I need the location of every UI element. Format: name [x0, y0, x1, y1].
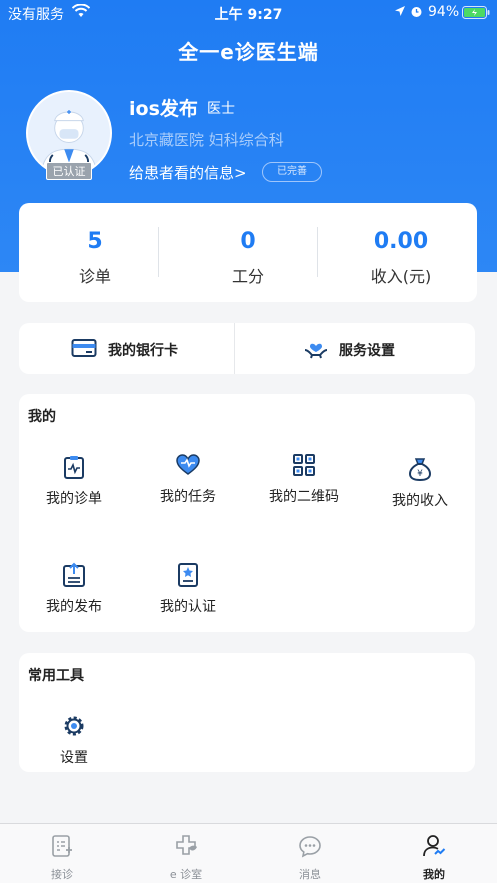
tab-messages[interactable]: 消息	[248, 824, 372, 883]
stat-orders[interactable]: 5 诊单	[19, 203, 171, 302]
stat-work-points[interactable]: 0 工分	[172, 203, 324, 302]
my-publish-item[interactable]: 我的发布	[19, 562, 129, 622]
verified-badge: 已认证	[46, 162, 92, 180]
stat-value: 5	[87, 229, 103, 254]
stat-label: 工分	[231, 267, 264, 286]
my-income-item[interactable]: ¥ 我的收入	[365, 456, 475, 516]
battery-percent: 94%	[428, 4, 460, 20]
my-certification-item[interactable]: 我的认证	[133, 562, 243, 622]
grid-item-label: 我的认证	[160, 599, 216, 615]
tab-bar: 接诊 e 诊室 消息 我的	[0, 823, 497, 883]
tools-section: 常用工具 设置	[19, 653, 475, 772]
app-title: 全一e诊医生端	[178, 40, 319, 64]
service-settings-label: 服务设置	[339, 343, 395, 359]
tab-label: 我的	[423, 868, 445, 881]
tab-label: 接诊	[51, 868, 73, 881]
quick-actions-card: 我的银行卡 服务设置	[19, 323, 475, 374]
stat-value: 0	[240, 229, 256, 254]
bank-card-button[interactable]: 我的银行卡	[19, 323, 234, 374]
grid-item-label: 我的诊单	[46, 491, 102, 507]
grid-item-label: 我的任务	[160, 489, 216, 505]
stat-label: 诊单	[78, 267, 111, 286]
doctor-hospital: 北京藏医院 妇科综合科	[129, 131, 284, 149]
clinic-icon	[176, 835, 197, 855]
svg-text:¥: ¥	[417, 469, 423, 479]
bank-card-label: 我的银行卡	[108, 343, 178, 359]
settings-item[interactable]: 设置	[19, 713, 129, 773]
patient-info-link[interactable]: 给患者看的信息>	[129, 162, 247, 183]
heart-task-icon	[176, 454, 200, 475]
publish-icon	[63, 562, 85, 587]
alarm-icon	[411, 7, 422, 17]
tab-clinic[interactable]: e 诊室	[124, 824, 248, 883]
bank-card-icon	[71, 339, 97, 357]
stat-label: 收入(元)	[370, 267, 432, 286]
location-icon	[395, 6, 405, 16]
divider	[158, 227, 159, 277]
consult-icon	[52, 835, 72, 857]
my-tasks-item[interactable]: 我的任务	[133, 452, 243, 512]
grid-item-label: 设置	[60, 750, 88, 766]
my-qrcode-item[interactable]: 我的二维码	[249, 452, 359, 512]
section-title: 常用工具	[28, 668, 84, 684]
grid-item-label: 我的二维码	[269, 489, 339, 505]
status-bar: 没有服务 上午 9:27 94%	[0, 0, 497, 26]
tab-label: e 诊室	[169, 868, 203, 881]
avatar-container[interactable]: 已认证	[26, 90, 112, 182]
tab-consult[interactable]: 接诊	[0, 824, 124, 883]
battery-icon	[462, 6, 490, 19]
mine-section: 我的 我的诊单 我的任务 我的二维码 ¥ 我的收入 我的发布 我的认证	[19, 394, 475, 632]
patient-info-status-badge: 已完善	[262, 162, 322, 182]
stat-income[interactable]: 0.00 收入(元)	[325, 203, 477, 302]
divider	[317, 227, 318, 277]
clipboard-icon	[64, 456, 84, 479]
doctor-title: 医士	[207, 101, 235, 117]
service-settings-icon	[304, 343, 328, 359]
tab-mine[interactable]: 我的	[372, 824, 496, 883]
my-orders-item[interactable]: 我的诊单	[19, 454, 129, 514]
section-title: 我的	[28, 409, 56, 425]
certificate-icon	[178, 563, 198, 587]
stats-card: 5 诊单 0 工分 0.00 收入(元)	[19, 203, 477, 302]
grid-item-label: 我的发布	[46, 599, 102, 615]
tab-label: 消息	[299, 868, 321, 881]
gear-icon	[64, 716, 84, 736]
doctor-name: ios发布	[129, 98, 198, 120]
money-bag-icon: ¥	[408, 458, 432, 482]
message-icon	[299, 836, 321, 858]
grid-item-label: 我的收入	[392, 493, 448, 509]
service-settings-button[interactable]: 服务设置	[235, 323, 475, 374]
profile-icon	[423, 835, 446, 857]
qrcode-icon	[293, 454, 315, 476]
stat-value: 0.00	[373, 229, 429, 254]
